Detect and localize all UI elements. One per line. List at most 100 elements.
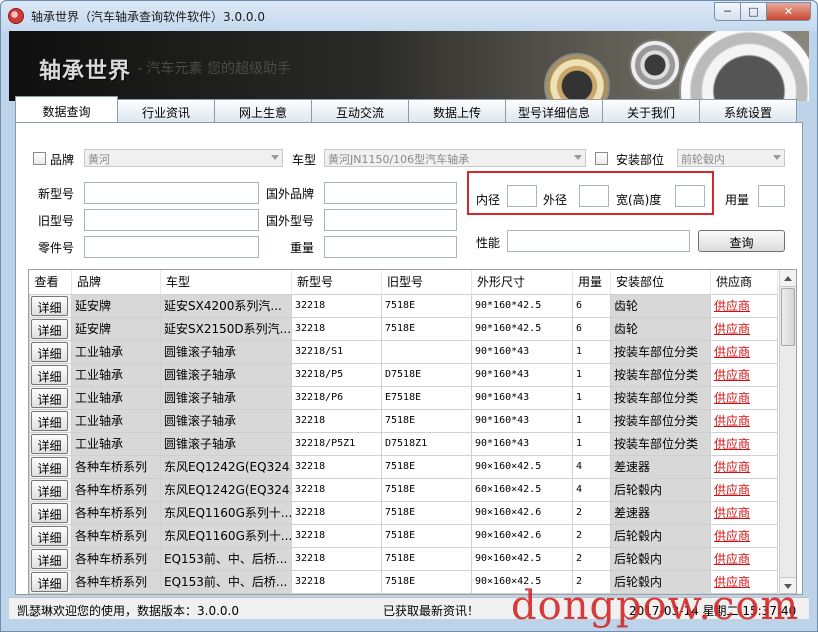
- cell-old: 7518E: [381, 546, 472, 571]
- car-select[interactable]: 黄河JN1150/106型汽车轴承: [324, 149, 586, 167]
- cell-car: 东风EQ1160G系列十...: [160, 523, 292, 548]
- column-header[interactable]: 用量: [572, 270, 611, 294]
- detail-cell: 详细: [29, 316, 72, 341]
- column-header[interactable]: 车型: [160, 270, 292, 294]
- table-row[interactable]: 详细 工业轴承 圆锥滚子轴承 32218 7518E 90*160*43 1 按装车部位分类供…: [29, 408, 778, 433]
- detail-button[interactable]: 详细: [31, 525, 68, 546]
- column-header[interactable]: 安装部位: [610, 270, 711, 294]
- detail-button[interactable]: 详细: [31, 502, 68, 523]
- table-header: 查看 品牌 车型 新型号 旧型号 外形尺寸 用量 安装部位 供应商: [29, 270, 778, 294]
- detail-button[interactable]: 详细: [31, 364, 68, 385]
- tab-interaction[interactable]: 互动交流: [311, 99, 409, 122]
- column-header[interactable]: 供应商: [710, 270, 778, 294]
- minimize-button[interactable]: ─: [714, 2, 741, 21]
- tab-data-query[interactable]: 数据查询: [15, 96, 118, 122]
- brand-checkbox[interactable]: [33, 152, 46, 165]
- vendor-link[interactable]: 供应商: [710, 523, 778, 548]
- foreign-brand-input[interactable]: [324, 182, 457, 204]
- column-header[interactable]: 旧型号: [381, 270, 472, 294]
- cell-size: 90*160*43: [471, 431, 573, 456]
- detail-button[interactable]: 详细: [31, 571, 68, 592]
- cell-size: 60×160×42.5: [471, 477, 573, 502]
- chevron-down-icon: [271, 155, 279, 160]
- width-input[interactable]: [675, 185, 705, 207]
- vendor-link[interactable]: 供应商: [710, 385, 778, 410]
- install-checkbox[interactable]: [595, 152, 608, 165]
- vendor-link[interactable]: 供应商: [710, 454, 778, 479]
- query-panel: 品牌 黄河 车型 黄河JN1150/106型汽车轴承 安装部位 前轮毂内 新型号…: [15, 122, 803, 595]
- table-row[interactable]: 详细 各种车桥系列 东风EQ1160G系列十... 32218 7518E 90×160×…: [29, 523, 778, 548]
- maximize-button[interactable]: □: [741, 2, 767, 21]
- cell-brand: 各种车桥系列: [71, 569, 161, 594]
- vendor-link[interactable]: 供应商: [710, 408, 778, 433]
- title-bar[interactable]: 轴承世界（汽车轴承查询软件软件）3.0.0.0 ─ □ ✕: [1, 1, 817, 31]
- tab-settings[interactable]: 系统设置: [699, 99, 797, 122]
- bearing-image: [544, 53, 610, 101]
- table-row[interactable]: 详细 工业轴承 圆锥滚子轴承 32218/P6 E7518E 90*160*43 1 按装车部…: [29, 385, 778, 410]
- tab-industry-news[interactable]: 行业资讯: [117, 99, 215, 122]
- install-select-value: 前轮毂内: [681, 153, 725, 166]
- inner-diameter-label: 内径: [476, 193, 501, 207]
- vendor-link[interactable]: 供应商: [710, 293, 778, 318]
- old-model-input[interactable]: [84, 209, 259, 231]
- table-row[interactable]: 详细 各种车桥系列 东风EQ1242G(EQ324... 32218 7518E 90×1…: [29, 454, 778, 479]
- vendor-link[interactable]: 供应商: [710, 477, 778, 502]
- cell-qty: 2: [572, 523, 611, 548]
- inner-diameter-input[interactable]: [507, 185, 537, 207]
- detail-button[interactable]: 详细: [31, 341, 68, 362]
- tab-data-upload[interactable]: 数据上传: [408, 99, 506, 122]
- cell-old: 7518E: [381, 569, 472, 594]
- column-header[interactable]: 查看: [29, 270, 72, 294]
- table-row[interactable]: 详细 工业轴承 圆锥滚子轴承 32218/S1 90*160*43 1 按装车部位分类 供应商: [29, 339, 778, 364]
- table-row[interactable]: 详细 工业轴承 圆锥滚子轴承 32218/P5Z1 D7518Z1 90*160*43 1 按…: [29, 431, 778, 456]
- column-header[interactable]: 新型号: [291, 270, 382, 294]
- column-header[interactable]: 品牌: [71, 270, 161, 294]
- cell-car: 圆锥滚子轴承: [160, 431, 292, 456]
- outer-diameter-input[interactable]: [579, 185, 609, 207]
- new-model-input[interactable]: [84, 182, 259, 204]
- usage-input[interactable]: [758, 185, 785, 207]
- cell-pos: 后轮毂内: [610, 523, 711, 548]
- scroll-thumb[interactable]: [781, 288, 795, 346]
- cell-pos: 差速器: [610, 500, 711, 525]
- table-row[interactable]: 详细 延安牌 延安SX2150D系列汽... 32218 7518E 90*160*42.…: [29, 316, 778, 341]
- table-row[interactable]: 详细 各种车桥系列 EQ153前、中、后桥... 32218 7518E 90×160×4…: [29, 546, 778, 571]
- brand-select[interactable]: 黄河: [84, 149, 283, 167]
- weight-input[interactable]: [324, 236, 457, 258]
- foreign-brand-label: 国外品牌: [266, 187, 315, 201]
- table-row[interactable]: 详细 工业轴承 圆锥滚子轴承 32218/P5 D7518E 90*160*43 1 按装车部…: [29, 362, 778, 387]
- column-header[interactable]: 外形尺寸: [471, 270, 573, 294]
- vendor-link[interactable]: 供应商: [710, 431, 778, 456]
- vendor-link[interactable]: 供应商: [710, 339, 778, 364]
- performance-input[interactable]: [507, 230, 690, 252]
- part-no-input[interactable]: [84, 236, 259, 258]
- detail-button[interactable]: 详细: [31, 318, 68, 339]
- detail-button[interactable]: 详细: [31, 295, 68, 316]
- tab-model-details[interactable]: 型号详细信息: [505, 99, 603, 122]
- tab-online-business[interactable]: 网上生意: [214, 99, 312, 122]
- detail-cell: 详细: [29, 569, 72, 594]
- cell-size: 90*160*43: [471, 339, 573, 364]
- cell-pos: 后轮毂内: [610, 546, 711, 571]
- query-button[interactable]: 查询: [698, 230, 785, 252]
- detail-button[interactable]: 详细: [31, 433, 68, 454]
- table-row[interactable]: 详细 各种车桥系列 东风EQ1160G系列十... 32218 7518E 90×160×…: [29, 500, 778, 525]
- cell-new: 32218/P6: [291, 385, 382, 410]
- vendor-link[interactable]: 供应商: [710, 316, 778, 341]
- table-row[interactable]: 详细 各种车桥系列 东风EQ1242G(EQ324... 32218 7518E 60×1…: [29, 477, 778, 502]
- table-row[interactable]: 详细 延安牌 延安SX4200系列汽... 32218 7518E 90*160*42.5…: [29, 293, 778, 318]
- vendor-link[interactable]: 供应商: [710, 362, 778, 387]
- tab-about-us[interactable]: 关于我们: [602, 99, 700, 122]
- vendor-link[interactable]: 供应商: [710, 546, 778, 571]
- detail-button[interactable]: 详细: [31, 548, 68, 569]
- foreign-model-input[interactable]: [324, 209, 457, 231]
- scroll-up-button[interactable]: [780, 270, 796, 287]
- vendor-link[interactable]: 供应商: [710, 500, 778, 525]
- close-button[interactable]: ✕: [767, 2, 811, 21]
- install-select[interactable]: 前轮毂内: [677, 149, 785, 167]
- vertical-scrollbar[interactable]: [779, 270, 796, 594]
- detail-button[interactable]: 详细: [31, 456, 68, 477]
- detail-button[interactable]: 详细: [31, 410, 68, 431]
- detail-button[interactable]: 详细: [31, 387, 68, 408]
- detail-button[interactable]: 详细: [31, 479, 68, 500]
